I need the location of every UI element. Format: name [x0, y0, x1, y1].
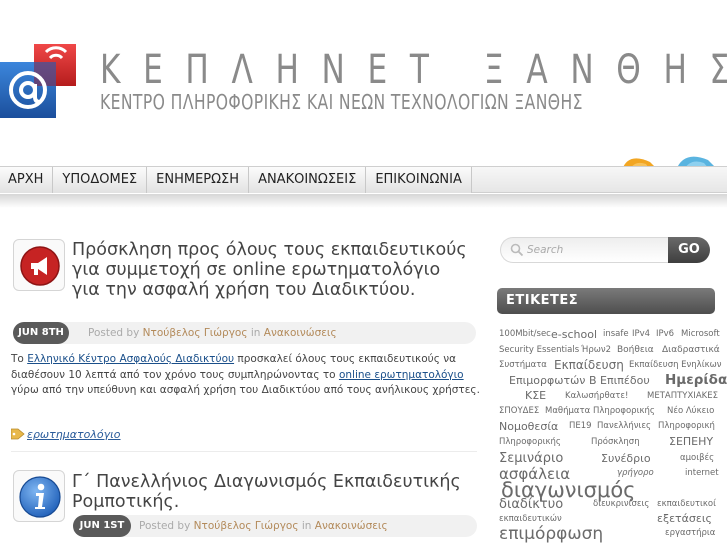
nav-item-announcements[interactable]: ΑΝΑΚΟΙΝΩΣΕΙΣ: [249, 167, 367, 193]
nav-item-infrastructure[interactable]: ΥΠΟΔΟΜΕΣ: [53, 167, 148, 193]
author-link[interactable]: Ντούβελος Γιώργος: [194, 520, 299, 532]
tag-icon: [11, 428, 25, 440]
tag-cloud-item[interactable]: Πληροφορική: [658, 422, 715, 431]
tag-cloud-item[interactable]: 100Mbit/sec: [499, 330, 551, 339]
post-meta-text: Posted by Ντούβελος Γιώργος in Ανακοινώσ…: [139, 515, 388, 537]
post-title-text[interactable]: Πρόσκληση προς όλους τους εκπαιδευτικούς…: [72, 240, 467, 300]
tag-cloud-item[interactable]: Σεμινάριο: [499, 452, 563, 465]
tag-cloud-item[interactable]: Εκπαίδευση: [554, 359, 624, 371]
category-link[interactable]: Ανακοινώσεις: [264, 327, 337, 339]
post-divider: [11, 451, 477, 452]
tag-cloud-item[interactable]: επιμόρφωση: [499, 526, 603, 543]
tag-cloud-item[interactable]: εκπαιδευτικοί: [657, 500, 716, 509]
excerpt-text: γύρω από την υπεύθυνη και ασφαλή χρήση τ…: [11, 384, 480, 396]
tag-cloud-item[interactable]: Ημερίδα: [665, 373, 727, 388]
tag-cloud-item[interactable]: ΣΕΠΕΗΥ: [669, 436, 713, 447]
tag-cloud-item[interactable]: διευκρινίσεις: [593, 500, 649, 509]
post-excerpt: Το Ελληνικό Κέντρο Ασφαλούς Διαδικτύου π…: [11, 352, 481, 399]
tag-cloud-item[interactable]: ΚΣΕ: [525, 390, 546, 401]
excerpt-link[interactable]: online ερωτηματολόγιο: [339, 369, 464, 381]
tag-cloud-item[interactable]: Ήρων2: [581, 346, 611, 355]
post-tag-link[interactable]: ερωτηματολόγιο: [27, 428, 121, 441]
tag-cloud-item[interactable]: ΣΠΟΥΔΕΣ: [499, 407, 539, 416]
tag-cloud-item[interactable]: Συνέδριο: [601, 453, 651, 464]
site-logo[interactable]: [0, 42, 78, 120]
site-subtitle: ΚΕΝΤΡΟ ΠΛΗΡΟΦΟΡΙΚΗΣ ΚΑΙ ΝΕΩΝ ΤΕΧΝΟΛΟΓΙΩΝ…: [100, 90, 583, 114]
tag-cloud-item[interactable]: e-school: [551, 329, 597, 340]
main-nav: ΑΡΧΗ ΥΠΟΔΟΜΕΣ ΕΝΗΜΕΡΩΣΗ ΑΝΑΚΟΙΝΩΣΕΙΣ ΕΠΙ…: [0, 166, 727, 193]
in-label: in: [301, 520, 312, 532]
tag-cloud-item[interactable]: Πληροφορικής: [499, 438, 561, 447]
tag-cloud-item[interactable]: IPv6: [656, 330, 674, 339]
tag-cloud-item[interactable]: εκπαιδευτικών: [499, 515, 562, 524]
site-header: ΚΕΠΛΗΝΕΤ ΞΑΝΘΗΣ ΚΕΝΤΡΟ ΠΛΗΡΟΦΟΡΙΚΗΣ ΚΑΙ …: [0, 0, 727, 170]
tag-cloud-item[interactable]: Βοήθεια: [617, 346, 654, 355]
tag-cloud-item[interactable]: Επιμορφωτών Β Επιπέδου: [509, 375, 650, 386]
tag-cloud-item[interactable]: Πανελλήνιες: [597, 422, 651, 431]
post-date: JUN 1ST: [73, 515, 131, 537]
info-icon: [13, 470, 65, 522]
author-link[interactable]: Ντούβελος Γιώργος: [143, 327, 248, 339]
tag-cloud-item[interactable]: διαδίκτυο: [499, 498, 563, 511]
tag-cloud-item[interactable]: αμοιβές: [680, 454, 714, 463]
tag-cloud-item[interactable]: IPv4: [632, 330, 650, 339]
nav-shadow: [0, 194, 727, 208]
posted-by-label: Posted by: [139, 520, 191, 532]
post-title[interactable]: Γ΄ Πανελλήνιος Διαγωνισμός Εκπαιδευτικής…: [72, 472, 472, 512]
tag-cloud-item[interactable]: internet: [685, 469, 719, 478]
site-title[interactable]: ΚΕΠΛΗΝΕΤ ΞΑΝΘΗΣ: [100, 50, 727, 90]
tag-cloud-item[interactable]: Συστήματα: [499, 361, 547, 370]
post-meta-text: Posted by Ντούβελος Γιώργος in Ανακοινώσ…: [88, 322, 337, 344]
nav-item-home[interactable]: ΑΡΧΗ: [0, 167, 54, 193]
tag-cloud-item[interactable]: εξετάσεις: [657, 513, 712, 524]
post-title[interactable]: Πρόσκληση προς όλους τους εκπαιδευτικούς…: [72, 240, 472, 300]
tag-cloud-item[interactable]: Microsoft: [681, 330, 720, 339]
tag-cloud-item[interactable]: γρήγορο: [617, 469, 654, 478]
posted-by-label: Posted by: [88, 327, 140, 339]
megaphone-icon: [13, 239, 65, 291]
tag-cloud-item[interactable]: insafe: [603, 330, 629, 339]
tag-cloud-item[interactable]: Νομοθεσία: [499, 421, 558, 432]
tag-cloud-item[interactable]: Καλωσήρθατε!: [565, 392, 628, 401]
tag-cloud-item[interactable]: Πρόσκληση: [591, 438, 640, 447]
tag-cloud: 100Mbit/sec e-school insafe IPv4 IPv6 Mi…: [497, 322, 727, 545]
tag-cloud-item[interactable]: Security Essentials: [499, 346, 579, 355]
tag-cloud-item[interactable]: ΠΕ19: [569, 422, 592, 431]
excerpt-link[interactable]: Ελληνικό Κέντρο Ασφαλούς Διαδικτύου: [27, 353, 234, 365]
tag-cloud-item[interactable]: εργαστήρια: [665, 529, 715, 538]
tag-cloud-item[interactable]: Νέο Λύκειο: [667, 407, 714, 416]
in-label: in: [250, 327, 261, 339]
post-title-text[interactable]: Γ΄ Πανελλήνιος Διαγωνισμός Εκπαιδευτικής…: [72, 472, 461, 512]
tag-cloud-item[interactable]: Εκπαίδευση Ενηλίκων: [629, 361, 721, 370]
excerpt-text: Το: [11, 353, 24, 365]
nav-item-contact[interactable]: ΕΠΙΚΟΙΝΩΝΙΑ: [366, 167, 472, 193]
tags-widget-title: ΕΤΙΚΕΤΕΣ: [497, 288, 715, 314]
category-link[interactable]: Ανακοινώσεις: [315, 520, 388, 532]
search-input[interactable]: [527, 240, 662, 260]
tag-cloud-item[interactable]: Μαθήματα Πληροφορικής: [545, 407, 655, 416]
search-go-button[interactable]: GO: [668, 237, 710, 263]
post-date: JUN 8TH: [13, 322, 69, 344]
nav-item-news[interactable]: ΕΝΗΜΕΡΩΣΗ: [147, 167, 250, 193]
tag-cloud-item[interactable]: Διαδραστικά: [662, 346, 720, 355]
tag-cloud-item[interactable]: ΜΕΤΑΠΤΥΧΙΑΚΕΣ: [647, 392, 718, 401]
search-icon: [510, 243, 524, 257]
